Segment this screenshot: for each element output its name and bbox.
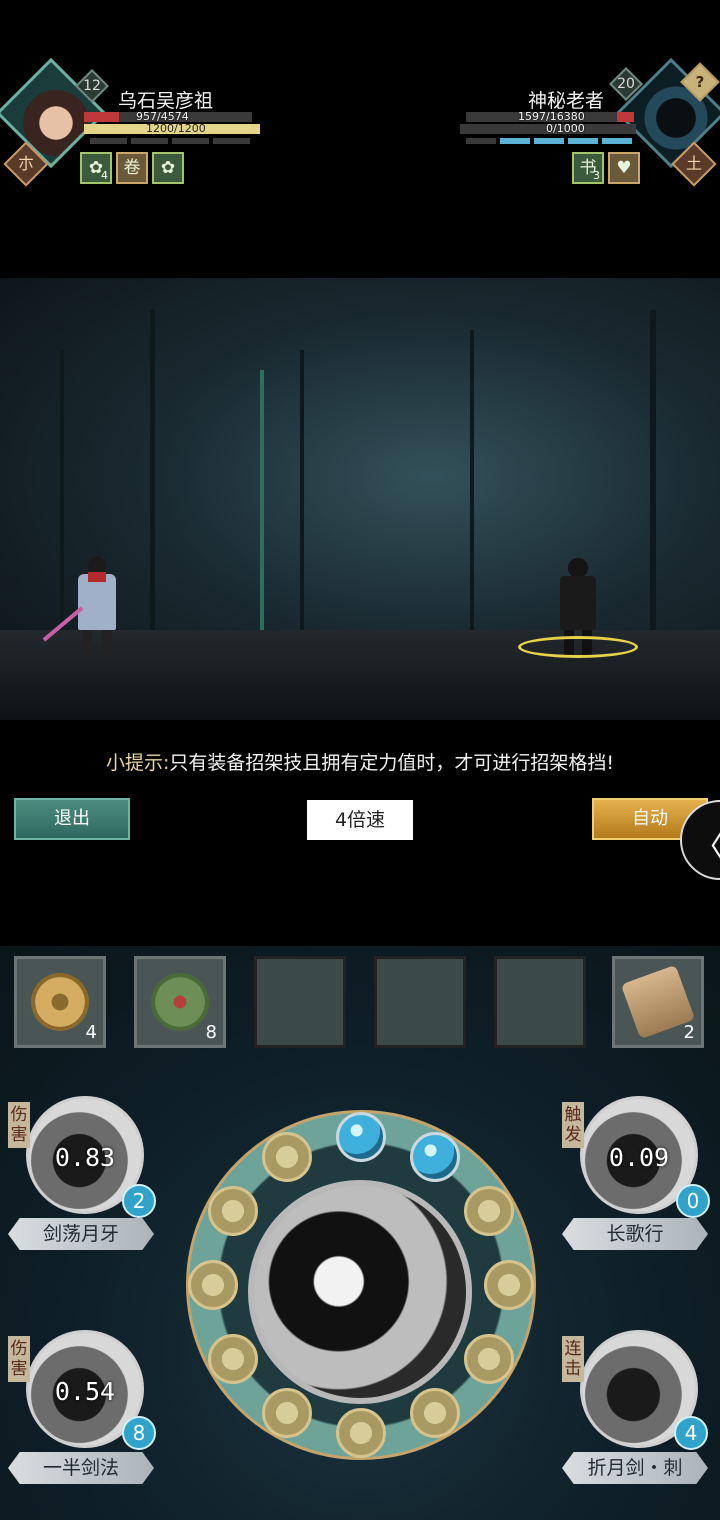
enemy-name: 神秘老者: [528, 90, 605, 112]
herb-icon: [151, 973, 209, 1031]
energy-orb-empty: [262, 1131, 312, 1182]
speed-button[interactable]: 4倍速: [307, 800, 413, 840]
energy-orb-empty: [464, 1186, 515, 1236]
enemy-focus-text: 0/1000: [546, 122, 585, 135]
exit-button[interactable]: 退出: [14, 798, 130, 840]
battle-tip: 小提示:只有装备招架技且拥有定力值时，才可进行招架格挡!: [0, 748, 720, 775]
enemy-energy-segments: [466, 138, 632, 144]
skill-count-2: 0: [676, 1184, 710, 1218]
energy-orb-empty: [410, 1388, 460, 1439]
battle-scene: [0, 278, 720, 720]
lotus-icon[interactable]: ✿ 4: [80, 152, 112, 184]
tip-text: 只有装备招架技且拥有定力值时，才可进行招架格挡!: [169, 752, 615, 774]
item-slot-empty[interactable]: [254, 956, 346, 1048]
skill-tag-2: 触发: [562, 1102, 584, 1148]
skill-tag-1: 伤害: [8, 1102, 30, 1148]
player-focus-text: 1200/1200: [146, 122, 206, 135]
skill-label-3: 一半剑法: [8, 1452, 154, 1484]
coins-icon: [31, 973, 89, 1031]
skill-tag-4: 连击: [562, 1336, 584, 1382]
skill-label-1: 剑荡月牙: [8, 1218, 154, 1250]
skill-label-4: 折月剑・刺: [562, 1452, 708, 1484]
chevron-left-icon: 〈: [694, 822, 720, 866]
book-icon[interactable]: 书3: [572, 152, 604, 184]
scroll-icon[interactable]: 卷: [116, 152, 148, 184]
item-slot-empty[interactable]: [494, 956, 586, 1048]
item-slot-coins[interactable]: 4: [14, 956, 106, 1048]
lotus-plus-icon[interactable]: ✿: [152, 152, 184, 184]
skill-tag-3: 伤害: [8, 1336, 30, 1382]
energy-orb-empty: [262, 1388, 312, 1439]
item-slot-empty[interactable]: [374, 956, 466, 1048]
skill-label-2: 长歌行: [562, 1218, 708, 1250]
skill-count-4: 4: [674, 1416, 708, 1450]
energy-orb-empty: [464, 1334, 515, 1384]
player-name: 乌石吴彦祖: [118, 90, 214, 112]
item-slot-herb[interactable]: 8: [134, 956, 226, 1048]
broken-heart-icon[interactable]: ♥: [608, 152, 640, 184]
energy-orb-empty: [484, 1260, 534, 1310]
energy-orb-empty: [188, 1260, 238, 1310]
energy-orb-empty: [207, 1186, 258, 1236]
item-slot-token[interactable]: 2: [612, 956, 704, 1048]
skill-count-3: 8: [122, 1416, 156, 1450]
energy-orb-filled: [336, 1112, 386, 1162]
ultimate-skill-button[interactable]: [248, 1180, 472, 1404]
energy-orb-empty: [336, 1408, 386, 1458]
energy-orb-empty: [207, 1334, 258, 1384]
tip-prefix: 小提示:: [105, 752, 170, 774]
energy-orb-filled: [410, 1131, 460, 1182]
player-energy-segments: [90, 138, 250, 144]
skill-count-1: 2: [122, 1184, 156, 1218]
